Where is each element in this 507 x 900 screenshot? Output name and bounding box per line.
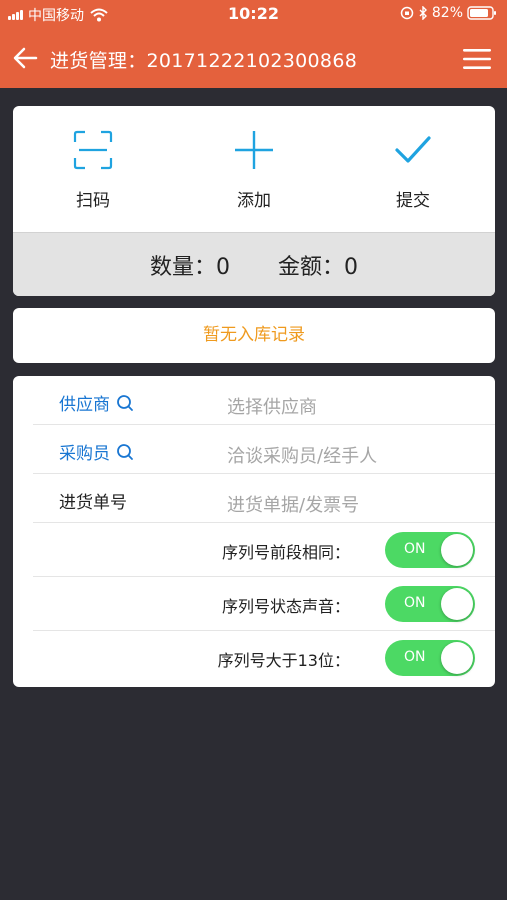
empty-record-message: 暂无入库记录 [13, 308, 495, 363]
toggle-label-prefix-same: 序列号前段相同： [221, 543, 350, 562]
buyer-row[interactable]: 采购员 洽谈采购员/经手人 [33, 425, 495, 474]
toggle-switch-status-sound[interactable]: ON [385, 586, 475, 622]
scan-button[interactable]: 扫码 [33, 128, 153, 218]
quantity-value: 0 [216, 254, 230, 280]
quantity-summary: 数量：0 [150, 249, 230, 281]
battery-icon [467, 6, 496, 20]
buyer-input[interactable]: 洽谈采购员/经手人 [227, 442, 377, 468]
supplier-input[interactable]: 选择供应商 [227, 393, 317, 419]
buyer-field-label[interactable]: 采购员 [59, 439, 134, 464]
toggle-knob [441, 534, 473, 566]
submit-label: 提交 [396, 191, 430, 211]
toggle-knob [441, 588, 473, 620]
orientation-lock-icon [400, 6, 414, 20]
toggle-state-text: ON [404, 541, 426, 557]
status-bar: 中国移动 10:22 82% [0, 0, 507, 28]
summary-bar: 数量：0 金额：0 [13, 232, 495, 296]
quantity-label: 数量： [149, 254, 216, 280]
bluetooth-icon [419, 6, 427, 20]
toggle-state-text: ON [404, 649, 426, 665]
supplier-row[interactable]: 供应商 选择供应商 [33, 376, 495, 425]
toggle-knob [441, 642, 473, 674]
amount-value: 0 [344, 254, 359, 280]
nav-bar: 进货管理：20171222102300868 [0, 28, 507, 88]
actions-card: 扫码 添加 提交 数量：0 金额：0 [13, 106, 495, 296]
page-title: 进货管理：20171222102300868 [50, 50, 358, 72]
plus-icon [235, 131, 273, 169]
order-number-row[interactable]: 进货单号 进货单据/发票号 [33, 474, 495, 523]
toggle-row-over-13-digits: 序列号大于13位： ON [33, 631, 495, 685]
order-number-label: 进货单号 [59, 493, 127, 513]
back-arrow-icon[interactable] [12, 46, 38, 70]
toggle-switch-prefix-same[interactable]: ON [385, 532, 475, 568]
menu-icon[interactable] [463, 48, 491, 70]
scan-icon [73, 130, 113, 170]
search-icon [117, 443, 133, 460]
toggle-state-text: ON [404, 595, 426, 611]
toggle-row-prefix-same: 序列号前段相同： ON [33, 523, 495, 577]
toggle-row-status-sound: 序列号状态声音： ON [33, 577, 495, 631]
toggle-label-status-sound: 序列号状态声音： [221, 597, 350, 616]
add-button[interactable]: 添加 [194, 128, 314, 218]
amount-summary: 金额：0 [278, 249, 358, 281]
amount-label: 金额： [278, 254, 345, 280]
toggle-label-over-13-digits: 序列号大于13位： [217, 651, 350, 670]
scan-label: 扫码 [76, 191, 110, 211]
purchase-form: 供应商 选择供应商 采购员 洽谈采购员/经手人 进货单号 进货单据/发票号 序列… [13, 376, 495, 687]
order-number-input[interactable]: 进货单据/发票号 [227, 491, 359, 517]
checkmark-icon [395, 136, 431, 163]
toggle-switch-over-13-digits[interactable]: ON [385, 640, 475, 676]
add-label: 添加 [237, 191, 271, 211]
submit-button[interactable]: 提交 [353, 128, 473, 218]
battery-percent: 82% [431, 5, 463, 21]
supplier-field-label[interactable]: 供应商 [59, 390, 134, 415]
search-icon [117, 394, 133, 411]
